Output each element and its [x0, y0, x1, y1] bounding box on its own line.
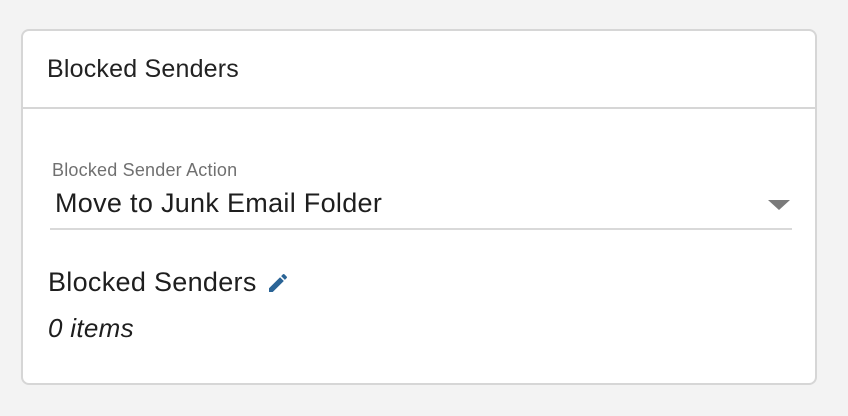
select-label: Blocked Sender Action	[52, 160, 238, 180]
blocked-senders-count: 0 items	[48, 313, 134, 343]
blocked-senders-label: Blocked Senders	[48, 267, 257, 297]
card-title: Blocked Senders	[47, 54, 240, 83]
blocked-sender-action-select[interactable]: Blocked Sender Action Move to Junk Email…	[50, 160, 792, 230]
pencil-icon[interactable]	[266, 271, 290, 295]
card-header: Blocked Senders	[23, 31, 815, 109]
select-value: Move to Junk Email Folder	[55, 188, 383, 218]
blocked-senders-row: Blocked Senders	[48, 267, 290, 298]
chevron-down-icon[interactable]	[768, 200, 790, 210]
blocked-senders-card: Blocked Senders Blocked Sender Action Mo…	[21, 29, 817, 385]
